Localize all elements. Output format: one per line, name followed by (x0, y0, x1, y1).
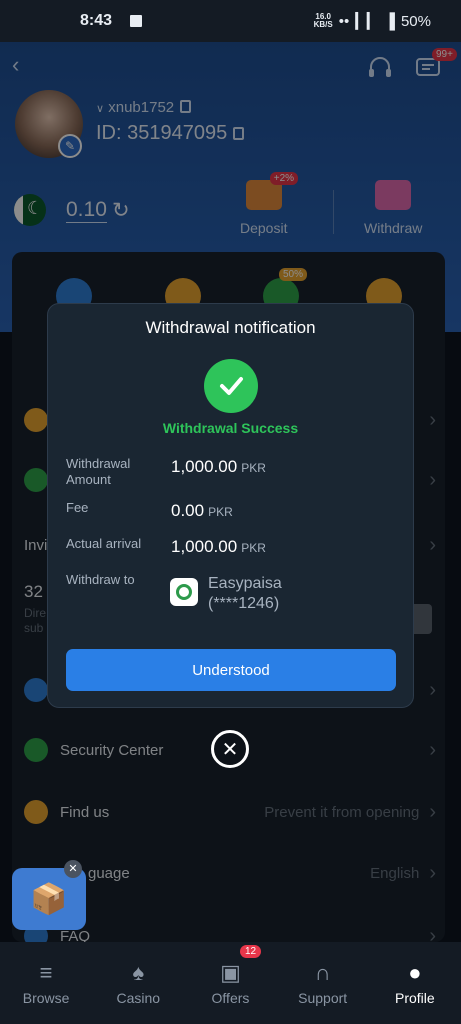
nav-profile[interactable]: ● Profile (375, 960, 455, 1006)
nav-browse[interactable]: ≡ Browse (6, 960, 86, 1006)
nav-casino[interactable]: ♠ Casino (98, 960, 178, 1006)
signal-icon: ▎▎ (355, 13, 379, 30)
fee-value: 0.00 PKR (171, 501, 233, 520)
arrival-label: Actual arrival (66, 536, 142, 551)
status-bar: 8:43 16.0 KB/S •• ▎▎ ▐ 50% (0, 0, 461, 42)
status-time: 8:43 (80, 12, 113, 29)
offers-badge: 12 (240, 945, 262, 958)
close-modal-icon[interactable]: ✕ (211, 730, 249, 768)
bottom-nav: ≡ Browse ♠ Casino ▣ Offers ∩ Support ● Profil… (0, 942, 461, 1024)
modal-title: Withdrawal notification (145, 318, 316, 337)
nav-offers[interactable]: ▣ Offers (190, 960, 270, 1006)
easypaisa-logo-icon (170, 578, 198, 606)
nav-support[interactable]: ∩ Support (283, 960, 363, 1006)
close-chest-icon[interactable]: ✕ (64, 860, 82, 878)
withdrawal-notification-modal: Withdrawal notification Withdrawal Succe… (47, 303, 414, 708)
status-right: 16.0 KB/S •• ▎▎ ▐ 50% (313, 12, 431, 31)
battery-icon: ▐ (384, 12, 395, 30)
cards-icon: ♠ (132, 960, 145, 985)
checkmark-icon (204, 359, 258, 413)
success-message: Withdrawal Success (162, 420, 299, 436)
withdraw-method: Easypaisa (****1246) (208, 575, 282, 612)
notification-icon (130, 15, 143, 27)
support-icon: ∩ (314, 960, 331, 985)
amount-value: 1,000.00 PKR (171, 457, 266, 476)
amount-label: Withdrawal Amount (66, 456, 131, 487)
understood-button[interactable]: Understood (66, 649, 396, 691)
network-speed: 16.0 KB/S (313, 12, 333, 29)
browse-icon: ≡ (39, 960, 53, 985)
battery-percent: 50% (400, 12, 431, 30)
fee-label: Fee (66, 500, 89, 515)
arrival-value: 1,000.00 PKR (171, 537, 266, 556)
wifi-icon: •• (338, 12, 350, 30)
withdraw-to-label: Withdraw to (66, 572, 135, 587)
profile-icon: ● (408, 960, 422, 985)
gift-icon: ▣ (220, 960, 241, 985)
